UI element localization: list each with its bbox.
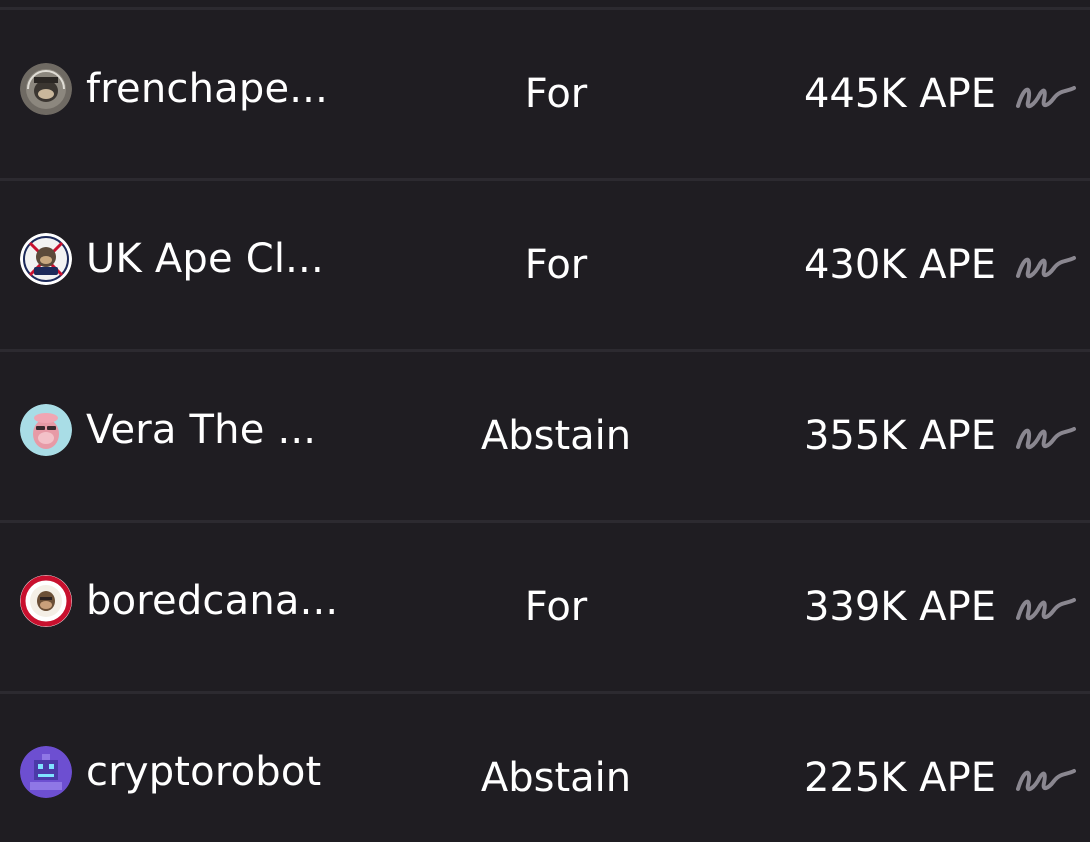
voting-power: 430K APE [803,242,996,288]
vera-avatar[interactable] [20,404,72,456]
vote-row[interactable]: UK Ape Cl... For 430K APE [0,181,1090,352]
signature-icon[interactable] [1014,588,1078,628]
voting-power: 225K APE [803,755,996,801]
voter-name[interactable]: UK Ape Cl... [86,235,324,283]
voting-power: 445K APE [803,71,996,117]
boredcanada-avatar[interactable] [20,575,72,627]
frenchape-avatar[interactable] [20,63,72,115]
votes-list: frenchape... For 445K APE UK Ape Cl... F… [0,0,1090,842]
voter-name[interactable]: boredcana... [86,577,338,625]
signature-icon[interactable] [1014,759,1078,799]
voter-name[interactable]: cryptorobot [86,748,321,796]
vote-row[interactable]: cryptorobot Abstain 225K APE [0,694,1090,842]
uk-ape-club-avatar[interactable] [20,233,72,285]
vote-choice: For [524,584,588,630]
voter-name[interactable]: frenchape... [86,65,328,113]
voting-power: 339K APE [803,584,996,630]
vote-row[interactable]: boredcana... For 339K APE [0,523,1090,694]
signature-icon[interactable] [1014,246,1078,286]
vote-row[interactable]: Vera The ... Abstain 355K APE [0,352,1090,523]
vote-row[interactable]: frenchape... For 445K APE [0,10,1090,181]
cryptorobot-avatar[interactable] [20,746,72,798]
vote-choice: Abstain [480,755,632,801]
signature-icon[interactable] [1014,76,1078,116]
voter-name[interactable]: Vera The ... [86,406,316,454]
vote-choice: For [524,71,588,117]
voting-power: 355K APE [803,413,996,459]
vote-choice: For [524,242,588,288]
signature-icon[interactable] [1014,417,1078,457]
vote-choice: Abstain [480,413,632,459]
